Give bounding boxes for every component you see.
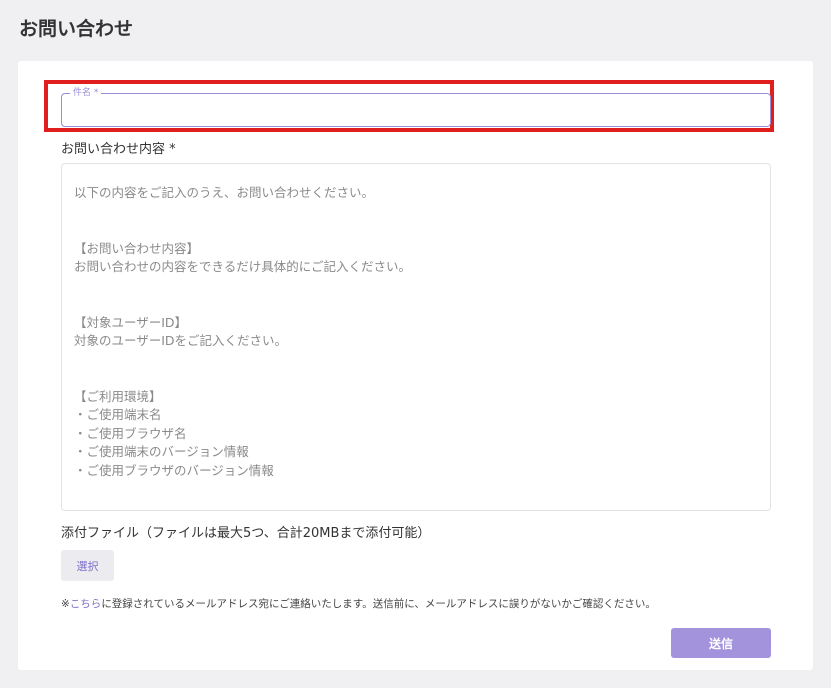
select-file-button[interactable]: 選択 — [61, 550, 114, 581]
notice-text: に登録されているメールアドレス宛にご連絡いたします。送信前に、メールアドレスに誤… — [101, 598, 656, 610]
notice-prefix: ※ — [61, 598, 70, 610]
page-title: お問い合わせ — [19, 18, 134, 40]
content-label: お問い合わせ内容 * — [61, 142, 176, 157]
submit-button[interactable]: 送信 — [671, 628, 771, 658]
account-link[interactable]: こちら — [70, 598, 102, 610]
content-textarea[interactable]: 以下の内容をご記入のうえ、お問い合わせください。 【お問い合わせ内容】 お問い合… — [61, 163, 771, 511]
contact-form-card: 件名 * お問い合わせ内容 * 以下の内容をご記入のうえ、お問い合わせください。… — [18, 61, 813, 670]
email-notice: ※こちらに登録されているメールアドレス宛にご連絡いたします。送信前に、メールアド… — [61, 596, 656, 612]
attachment-label: 添付ファイル（ファイルは最大5つ、合計20MBまで添付可能） — [61, 526, 431, 541]
subject-field[interactable]: 件名 * — [61, 87, 771, 127]
subject-input[interactable] — [63, 95, 769, 125]
